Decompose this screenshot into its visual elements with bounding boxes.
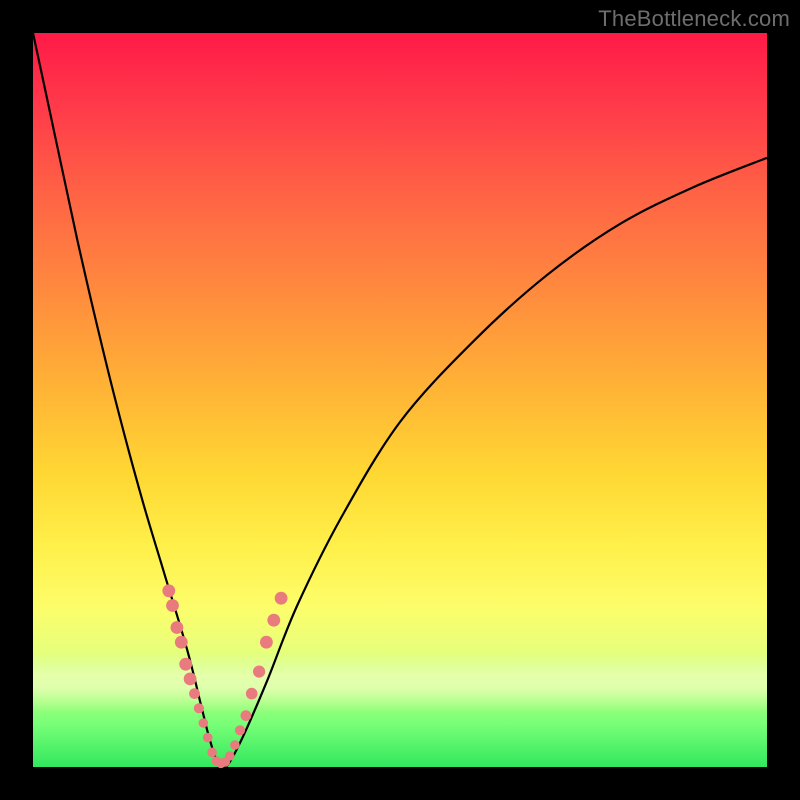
- data-marker: [184, 673, 197, 686]
- data-marker: [166, 599, 179, 612]
- curve-svg: [33, 33, 767, 767]
- data-marker: [246, 688, 258, 700]
- data-marker: [235, 725, 245, 735]
- data-marker: [179, 658, 192, 671]
- data-marker: [199, 718, 209, 728]
- data-marker: [230, 740, 240, 750]
- data-marker: [189, 688, 200, 699]
- chart-frame: TheBottleneck.com: [0, 0, 800, 800]
- data-marker: [207, 748, 217, 758]
- data-marker: [260, 636, 273, 649]
- data-marker: [267, 614, 280, 627]
- data-marker: [162, 584, 175, 597]
- data-marker: [171, 621, 184, 634]
- data-marker: [275, 592, 288, 605]
- data-marker: [175, 636, 188, 649]
- bottleneck-curve: [33, 33, 767, 767]
- plot-area: [33, 33, 767, 767]
- data-marker: [225, 751, 235, 761]
- data-marker: [194, 703, 204, 713]
- watermark-text: TheBottleneck.com: [598, 6, 790, 32]
- data-marker: [203, 733, 213, 743]
- data-marker: [253, 666, 265, 678]
- data-marker: [241, 710, 252, 721]
